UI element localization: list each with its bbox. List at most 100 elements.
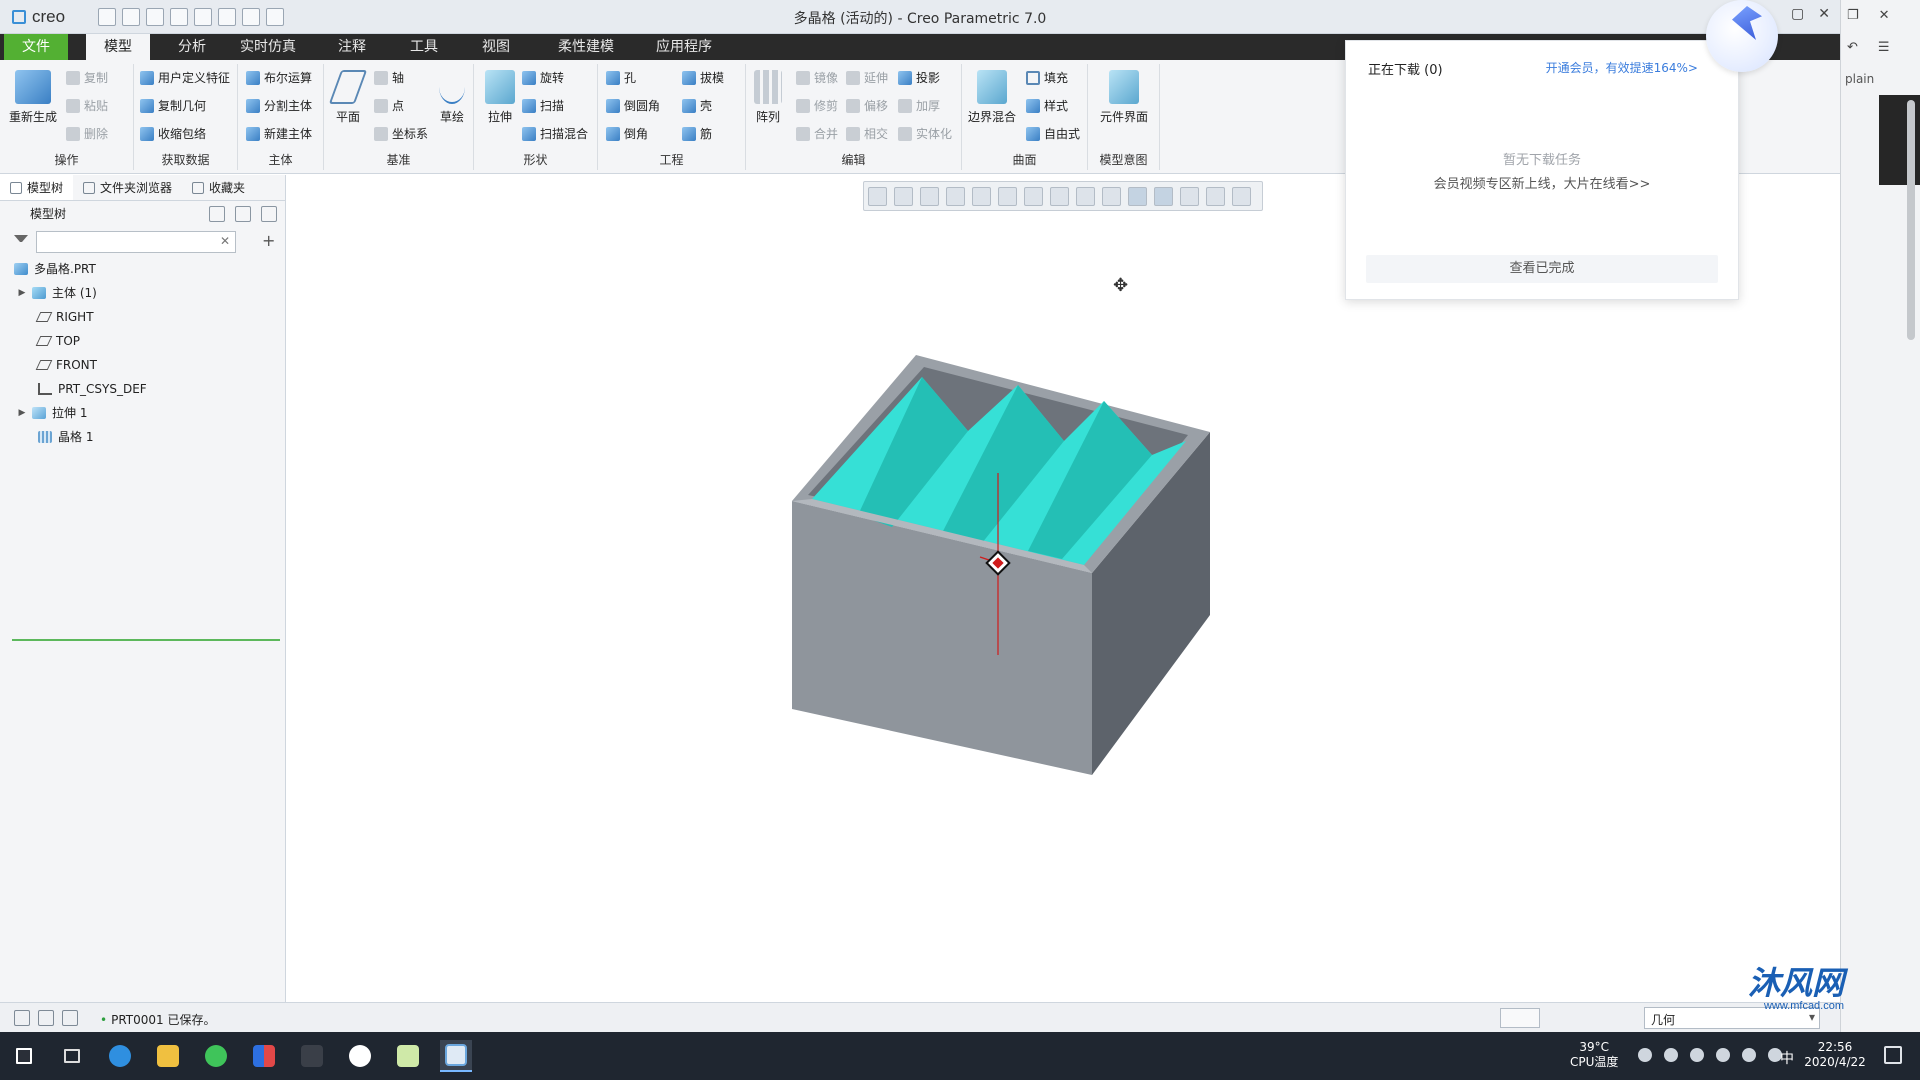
copy-button[interactable]: 复制 bbox=[66, 68, 108, 88]
freestyle-button[interactable]: 自由式 bbox=[1026, 124, 1080, 144]
udf-button[interactable]: 用户定义特征 bbox=[140, 68, 230, 88]
draft-button[interactable]: 拔模 bbox=[682, 68, 724, 88]
tab-view[interactable]: 视图 bbox=[464, 34, 528, 60]
sketch-button[interactable]: 草绘 bbox=[430, 70, 474, 125]
sweep-button[interactable]: 扫描 bbox=[522, 96, 564, 116]
point-button[interactable]: 点 bbox=[374, 96, 404, 116]
merge-button[interactable]: 合并 bbox=[796, 124, 838, 144]
trim-button[interactable]: 修剪 bbox=[796, 96, 838, 116]
navigator-toggle-icon[interactable] bbox=[14, 1010, 30, 1026]
extrude-button[interactable]: 拉伸 bbox=[476, 70, 524, 125]
chat-app[interactable] bbox=[200, 1040, 232, 1072]
group-editing-title[interactable]: 编辑 bbox=[746, 151, 961, 168]
refit-icon[interactable] bbox=[868, 186, 887, 206]
tree-node-top[interactable]: TOP bbox=[0, 329, 285, 353]
group-datum-title[interactable]: 基准 bbox=[324, 151, 473, 168]
view-completed-button[interactable]: 查看已完成 bbox=[1366, 255, 1718, 283]
clock[interactable]: 22:56 2020/4/22 bbox=[1802, 1040, 1868, 1070]
bookmark-app[interactable] bbox=[248, 1040, 280, 1072]
tree-node-csys[interactable]: PRT_CSYS_DEF bbox=[0, 377, 285, 401]
undo-icon[interactable]: ↶ bbox=[1847, 40, 1858, 55]
edge-app[interactable] bbox=[104, 1040, 136, 1072]
component-interface-button[interactable]: 元件界面 bbox=[1094, 70, 1154, 125]
saved-orientations-icon[interactable] bbox=[998, 186, 1017, 206]
perspective-icon[interactable] bbox=[1050, 186, 1069, 206]
close-icon[interactable]: ✕ bbox=[1818, 6, 1830, 22]
hole-button[interactable]: 孔 bbox=[606, 68, 636, 88]
task-view-button[interactable] bbox=[56, 1040, 88, 1072]
tab-favorites[interactable]: 收藏夹 bbox=[182, 175, 255, 200]
fill-button[interactable]: 填充 bbox=[1026, 68, 1068, 88]
simulation-display-icon[interactable] bbox=[1180, 186, 1199, 206]
annotation-display-icon[interactable] bbox=[1128, 186, 1147, 206]
group-shapes-title[interactable]: 形状 bbox=[474, 151, 597, 168]
tab-tools[interactable]: 工具 bbox=[392, 34, 456, 60]
tree-node-lattice[interactable]: 晶格 1 bbox=[0, 425, 285, 449]
app-tray-icon[interactable] bbox=[1664, 1048, 1678, 1062]
group-surfaces-title[interactable]: 曲面 bbox=[962, 151, 1087, 168]
tab-applications[interactable]: 应用程序 bbox=[638, 34, 730, 60]
view-manager-icon[interactable] bbox=[1024, 186, 1043, 206]
tree-node-right[interactable]: RIGHT bbox=[0, 305, 285, 329]
start-button[interactable] bbox=[8, 1040, 40, 1072]
input-method-indicator[interactable]: 中 bbox=[1780, 1048, 1794, 1068]
revolve-button[interactable]: 旋转 bbox=[522, 68, 564, 88]
tree-settings-icon[interactable] bbox=[235, 206, 251, 222]
microphone-icon[interactable] bbox=[1690, 1048, 1704, 1062]
close-icon[interactable]: ✕ bbox=[1879, 8, 1890, 23]
expand-icon[interactable]: ▶ bbox=[18, 281, 26, 305]
group-body-title[interactable]: 主体 bbox=[238, 151, 323, 168]
section-icon[interactable] bbox=[1076, 186, 1095, 206]
pause-icon[interactable] bbox=[1206, 186, 1225, 206]
tab-annotate[interactable]: 注释 bbox=[320, 34, 384, 60]
notification-icon[interactable] bbox=[1884, 1046, 1902, 1064]
restore-icon[interactable]: ❐ bbox=[1847, 8, 1859, 23]
tree-node-front[interactable]: FRONT bbox=[0, 353, 285, 377]
swept-blend-button[interactable]: 扫描混合 bbox=[522, 124, 588, 144]
vip-upgrade-link[interactable]: 开通会员，有效提速164%> bbox=[1546, 59, 1698, 76]
zoom-out-icon[interactable] bbox=[920, 186, 939, 206]
style-button[interactable]: 样式 bbox=[1026, 96, 1068, 116]
media-app[interactable] bbox=[296, 1040, 328, 1072]
tab-analysis[interactable]: 分析 bbox=[160, 34, 224, 60]
find-icon[interactable] bbox=[1500, 1008, 1540, 1028]
add-icon[interactable]: + bbox=[262, 231, 275, 250]
menu-icon[interactable]: ☰ bbox=[1878, 40, 1890, 55]
tree-node-extrude[interactable]: ▶ 拉伸 1 bbox=[0, 401, 285, 425]
offset-button[interactable]: 偏移 bbox=[846, 96, 888, 116]
tree-node-part[interactable]: 多晶格.PRT bbox=[0, 257, 285, 281]
chamfer-button[interactable]: 倒角 bbox=[606, 124, 648, 144]
tab-model-tree[interactable]: 模型树 bbox=[0, 175, 74, 200]
side-scrollbar[interactable] bbox=[1907, 100, 1915, 340]
tree-columns-icon[interactable] bbox=[209, 206, 225, 222]
tab-file[interactable]: 文件 bbox=[4, 34, 68, 60]
extend-button[interactable]: 延伸 bbox=[846, 68, 888, 88]
tab-folder-browser[interactable]: 文件夹浏览器 bbox=[73, 175, 182, 200]
fullscreen-icon[interactable] bbox=[62, 1010, 78, 1026]
spin-center-icon[interactable] bbox=[1154, 186, 1173, 206]
tree-filter-icon[interactable] bbox=[261, 206, 277, 222]
explorer-app[interactable] bbox=[152, 1040, 184, 1072]
chevron-up-icon[interactable] bbox=[1638, 1048, 1652, 1062]
zoom-in-icon[interactable] bbox=[894, 186, 913, 206]
note-app[interactable] bbox=[392, 1040, 424, 1072]
copy-geometry-button[interactable]: 复制几何 bbox=[140, 96, 206, 116]
maximize-icon[interactable]: ▢ bbox=[1791, 6, 1804, 22]
shell-button[interactable]: 壳 bbox=[682, 96, 712, 116]
tab-live-simulation[interactable]: 实时仿真 bbox=[222, 34, 314, 60]
csys-button[interactable]: 坐标系 bbox=[374, 124, 428, 144]
network-icon[interactable] bbox=[1742, 1048, 1756, 1062]
round-button[interactable]: 倒圆角 bbox=[606, 96, 660, 116]
paste-button[interactable]: 粘贴 bbox=[66, 96, 108, 116]
group-operations-title[interactable]: 操作 bbox=[0, 151, 133, 168]
insert-indicator[interactable] bbox=[12, 639, 280, 641]
rib-button[interactable]: 筋 bbox=[682, 124, 712, 144]
mirror-button[interactable]: 镜像 bbox=[796, 68, 838, 88]
tab-flexible-modeling[interactable]: 柔性建模 bbox=[540, 34, 632, 60]
pattern-button[interactable]: 阵列 bbox=[746, 70, 790, 125]
new-body-button[interactable]: 新建主体 bbox=[246, 124, 312, 144]
solidify-button[interactable]: 实体化 bbox=[898, 124, 952, 144]
group-model-intent-title[interactable]: 模型意图 bbox=[1088, 151, 1159, 168]
display-style-icon[interactable] bbox=[972, 186, 991, 206]
filter-icon[interactable] bbox=[14, 235, 28, 249]
